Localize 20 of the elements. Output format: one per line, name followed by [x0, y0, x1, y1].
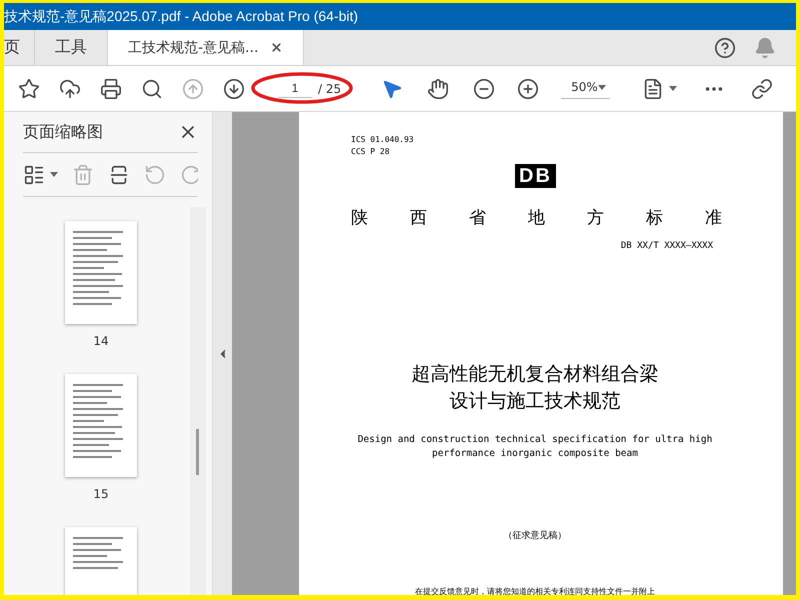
- page-number: 15: [93, 487, 109, 501]
- ccs-code: CCS P 28: [351, 146, 391, 158]
- standard-heading: 陕西省地方标准: [351, 207, 765, 229]
- tab[interactable]: 工技术规范-意见稿...: [108, 30, 304, 65]
- page-total: / 25: [318, 82, 342, 96]
- standard-code: DB XX/T XXXX—XXXX: [620, 241, 713, 251]
- ics-code: ICS 01.040.93: [351, 134, 415, 146]
- english-title: performance inorganic composite beam: [432, 447, 638, 461]
- standard-logo: DB: [515, 164, 556, 188]
- document-title: 超高性能无机复合材料组合梁: [412, 362, 658, 387]
- page-number: 14: [93, 334, 109, 348]
- notice-text: 在提交反馈意见时，请将您知道的相关专利连同支持性文件一并附上: [415, 586, 655, 595]
- zoom-dropdown[interactable]: 50%: [561, 78, 610, 99]
- window-title: 技术规范-意见稿2025.07.pdf - Adobe Acrobat Pro (64-bit): [4, 8, 358, 26]
- panel-title: 页面缩略图: [23, 122, 103, 142]
- document-title: 设计与施工技术规范: [450, 389, 620, 414]
- tab[interactable]: 页: [4, 30, 35, 65]
- page-number-field[interactable]: 1: [278, 79, 312, 98]
- draft-label: （征求意见稿）: [504, 530, 566, 542]
- english-title: Design and construction technical specification for ultra high: [358, 433, 712, 447]
